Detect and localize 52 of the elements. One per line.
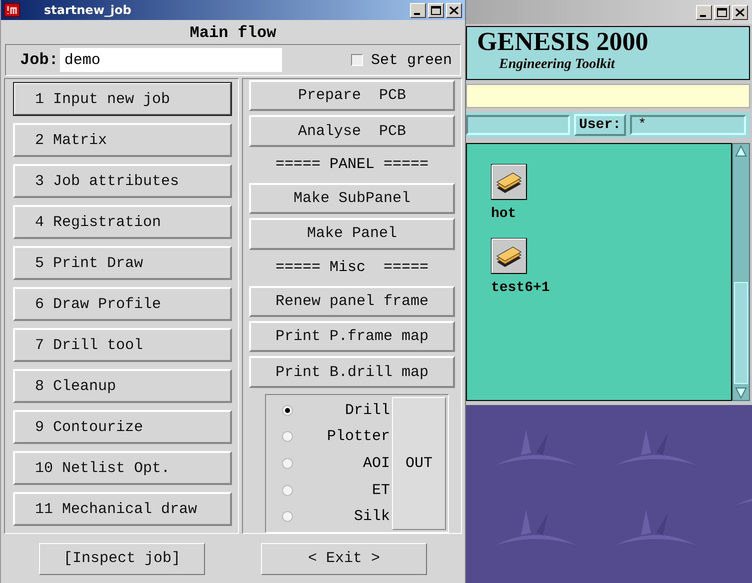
step-button[interactable]: 2 Matrix bbox=[13, 123, 232, 157]
dialog-heading: Main flow bbox=[190, 23, 276, 44]
tool-button[interactable]: Print B.drill map bbox=[249, 356, 455, 388]
step-button[interactable]: 9 Contourize bbox=[13, 410, 232, 444]
close-icon[interactable] bbox=[732, 4, 748, 20]
job-field[interactable]: demo bbox=[60, 48, 282, 72]
app-icon bbox=[4, 3, 20, 17]
scrollbar-thumb[interactable] bbox=[734, 282, 748, 384]
app-subtitle: Engineering Toolkit bbox=[499, 57, 615, 73]
board-stack-icon[interactable] bbox=[491, 164, 527, 200]
footer-button[interactable]: < Exit > bbox=[261, 542, 427, 574]
user-field[interactable]: * bbox=[630, 115, 746, 135]
output-radio[interactable]: Drill bbox=[282, 402, 390, 419]
output-radio[interactable]: Silk bbox=[282, 508, 390, 526]
output-radio[interactable]: AOI bbox=[282, 454, 390, 472]
maximize-icon[interactable] bbox=[428, 2, 444, 18]
step-button[interactable]: 11 Mechanical draw bbox=[13, 492, 232, 526]
section-label: ===== Misc ===== bbox=[275, 258, 429, 278]
step-button[interactable]: 4 Registration bbox=[13, 205, 232, 239]
tool-button[interactable]: Make Panel bbox=[249, 218, 455, 250]
job-name: test6+1 bbox=[491, 280, 550, 296]
tool-button[interactable]: Print P.frame map bbox=[249, 321, 455, 352]
tool-button[interactable]: Prepare PCB bbox=[249, 80, 455, 112]
scroll-down-icon[interactable] bbox=[734, 386, 748, 400]
minimize-icon[interactable] bbox=[696, 4, 712, 20]
footer-button[interactable]: [Inspect job] bbox=[39, 542, 205, 574]
job-label: Job: bbox=[20, 51, 58, 69]
step-button[interactable]: 7 Drill tool bbox=[13, 328, 232, 362]
step-button[interactable]: 3 Job attributes bbox=[13, 164, 232, 198]
scroll-up-icon[interactable] bbox=[734, 144, 748, 158]
step-button[interactable]: 10 Netlist Opt. bbox=[13, 451, 232, 485]
out-button[interactable]: OUT bbox=[392, 396, 446, 530]
output-radio[interactable]: ET bbox=[282, 482, 390, 499]
close-icon[interactable] bbox=[446, 2, 462, 18]
step-button[interactable]: 8 Cleanup bbox=[13, 369, 232, 403]
board-stack-icon[interactable] bbox=[491, 238, 527, 274]
tool-button[interactable]: Renew panel frame bbox=[249, 286, 455, 318]
filter-field[interactable] bbox=[466, 115, 570, 135]
job-name: hot bbox=[491, 206, 516, 222]
user-button[interactable]: User: bbox=[574, 114, 626, 136]
minimize-icon[interactable] bbox=[410, 2, 426, 18]
tool-button[interactable]: Make SubPanel bbox=[249, 182, 455, 214]
tool-button[interactable]: Analyse PCB bbox=[249, 115, 455, 147]
output-radio[interactable]: Plotter bbox=[282, 428, 390, 446]
step-button[interactable]: 1 Input new job bbox=[13, 82, 232, 116]
step-button[interactable]: 5 Print Draw bbox=[13, 246, 232, 280]
section-label: ===== PANEL ===== bbox=[275, 154, 429, 175]
maximize-icon[interactable] bbox=[714, 4, 730, 20]
window-title: startnew_job bbox=[44, 3, 132, 17]
option-checkbox[interactable]: Set green bbox=[350, 52, 452, 68]
step-button[interactable]: 6 Draw Profile bbox=[13, 287, 232, 321]
app-title: GENESIS 2000 bbox=[477, 27, 648, 57]
